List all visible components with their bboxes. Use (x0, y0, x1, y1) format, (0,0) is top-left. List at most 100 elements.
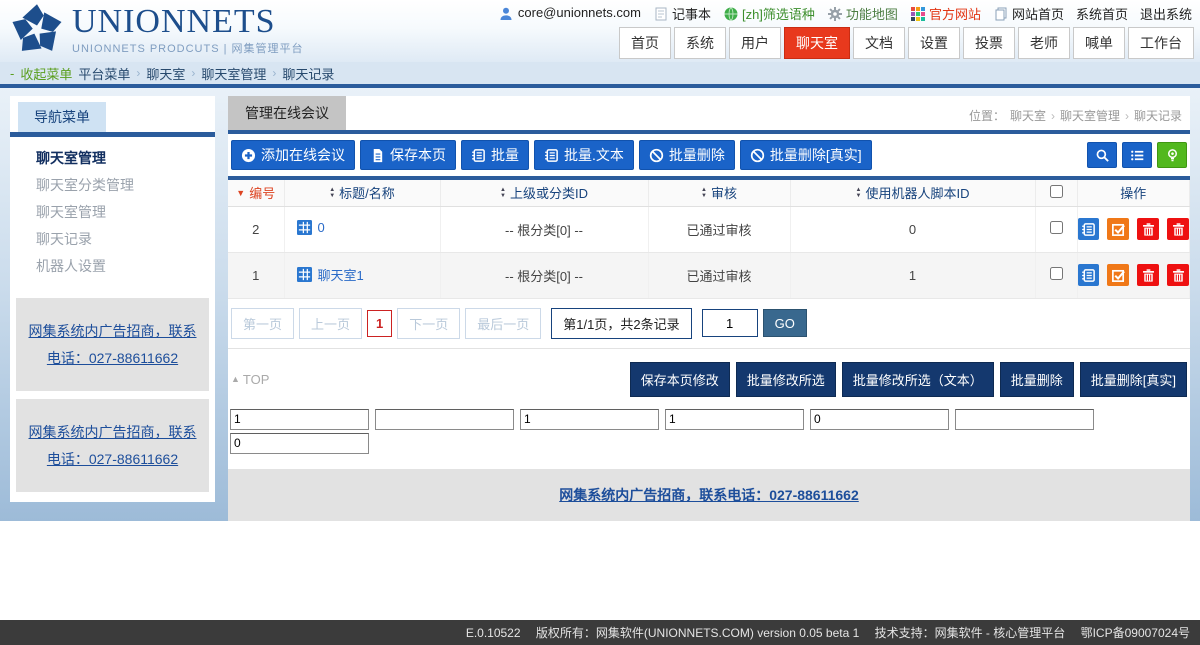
location-prefix: 位置： (969, 107, 1005, 124)
back-to-top-link[interactable]: ▲ TOP (231, 372, 269, 387)
room-link[interactable]: 0 (297, 220, 325, 235)
row-checkbox[interactable] (1050, 221, 1063, 234)
batch-edit-selected-text-button[interactable]: 批量修改所选（文本） (842, 362, 994, 397)
sidebar: 导航菜单 聊天室管理 聊天室分类管理 聊天室管理 聊天记录 机器人设置 网集系统… (10, 96, 215, 502)
column-header-script[interactable]: ▲▼使用机器人脚本ID (790, 178, 1035, 206)
add-meeting-button[interactable]: 添加在线会议 (231, 140, 355, 170)
function-map-link[interactable]: 功能地图 (827, 4, 898, 23)
bulk-field-3[interactable] (520, 409, 659, 430)
ad-link[interactable]: 网集系统内广告招商，联系电话：027-88611662 (29, 424, 197, 467)
column-header-title[interactable]: ▲▼标题/名称 (284, 178, 440, 206)
batch-delete-button[interactable]: 批量删除 (639, 140, 735, 170)
row-select-button[interactable] (1107, 264, 1129, 286)
sidebar-item-chat-records[interactable]: 聊天记录 (10, 226, 215, 253)
row-delete-button[interactable] (1137, 264, 1159, 286)
list-view-button[interactable] (1122, 142, 1152, 168)
nav-tab-settings[interactable]: 设置 (908, 27, 960, 59)
cell-audit: 已通过审核 (648, 252, 790, 298)
row-select-button[interactable] (1107, 218, 1129, 240)
trash-icon (1171, 268, 1186, 283)
nav-tab-home[interactable]: 首页 (619, 27, 671, 59)
breadcrumb-item-chat-records[interactable]: 聊天记录 (282, 64, 334, 83)
nav-tab-users[interactable]: 用户 (729, 27, 781, 59)
official-site-link[interactable]: 官方网站 (910, 4, 981, 23)
nav-tab-docs[interactable]: 文档 (853, 27, 905, 59)
notebook-link[interactable]: 记事本 (653, 4, 711, 23)
row-delete-real-button[interactable] (1167, 264, 1189, 286)
breadcrumb-root[interactable]: 平台菜单 (78, 64, 130, 83)
prev-page-button[interactable]: 上一页 (299, 308, 362, 339)
location-breadcrumb: 位置： 聊天室 › 聊天室管理 › 聊天记录 (969, 107, 1190, 130)
batch-button[interactable]: 批量 (461, 140, 529, 170)
batch-delete-bottom-button[interactable]: 批量删除 (1000, 362, 1074, 397)
gear-icon (827, 6, 843, 22)
color-grid-icon (910, 6, 926, 22)
sidebar-item-chatroom-category[interactable]: 聊天室分类管理 (10, 172, 215, 199)
nav-tab-workbench[interactable]: 工作台 (1128, 27, 1194, 59)
page-body: 导航菜单 聊天室管理 聊天室分类管理 聊天室管理 聊天记录 机器人设置 网集系统… (0, 88, 1200, 521)
nav-tab-teacher[interactable]: 老师 (1018, 27, 1070, 59)
cell-checkbox (1035, 206, 1077, 252)
nav-tab-call[interactable]: 喊单 (1073, 27, 1125, 59)
block-icon (750, 148, 765, 163)
breadcrumb-item-chatroom[interactable]: 聊天室 (146, 64, 185, 83)
batch-delete-real-bottom-button[interactable]: 批量删除[真实] (1080, 362, 1187, 397)
save-page-button[interactable]: 保存本页 (360, 140, 456, 170)
location-item[interactable]: 聊天记录 (1134, 107, 1182, 124)
current-page-button[interactable]: 1 (367, 310, 392, 337)
toolbar: 添加在线会议 保存本页 批量 (228, 134, 1190, 176)
pagination: 第一页 上一页 1 下一页 最后一页 第1/1页，共2条记录 GO (228, 299, 1190, 349)
save-page-edits-button[interactable]: 保存本页修改 (630, 362, 730, 397)
collapse-menu-link[interactable]: 收起菜单 (20, 64, 72, 83)
search-button[interactable] (1087, 142, 1117, 168)
nav-tab-chatroom[interactable]: 聊天室 (784, 27, 850, 59)
cell-checkbox (1035, 252, 1077, 298)
next-page-button[interactable]: 下一页 (397, 308, 460, 339)
bulk-field-6[interactable] (955, 409, 1094, 430)
row-delete-real-button[interactable] (1167, 218, 1189, 240)
room-link[interactable]: 聊天室1 (297, 265, 364, 284)
room-grid-icon (297, 220, 312, 235)
first-page-button[interactable]: 第一页 (231, 308, 294, 339)
bulk-field-7[interactable] (230, 433, 369, 454)
breadcrumb-item-chatroom-manage[interactable]: 聊天室管理 (201, 64, 266, 83)
batch-delete-real-button[interactable]: 批量删除[真实] (740, 140, 872, 170)
ad-link[interactable]: 网集系统内广告招商，联系电话：027-88611662 (559, 485, 859, 505)
list-view-icon (1130, 148, 1145, 163)
bulk-field-5[interactable] (810, 409, 949, 430)
page-number-input[interactable] (702, 309, 758, 337)
nav-tab-system[interactable]: 系统 (674, 27, 726, 59)
tips-button[interactable] (1157, 142, 1187, 168)
row-delete-button[interactable] (1137, 218, 1159, 240)
bulk-field-4[interactable] (665, 409, 804, 430)
column-header-parent[interactable]: ▲▼上级或分类ID (440, 178, 648, 206)
pagination-info: 第1/1页，共2条记录 (551, 308, 691, 339)
go-button[interactable]: GO (763, 309, 807, 337)
system-home-link[interactable]: 系统首页 (1076, 4, 1128, 23)
sidebar-item-chatroom-manage[interactable]: 聊天室管理 (10, 199, 215, 226)
last-page-button[interactable]: 最后一页 (465, 308, 541, 339)
search-icon (1095, 148, 1110, 163)
language-filter-link[interactable]: [zh]筛选语种 (723, 4, 815, 23)
column-header-id[interactable]: ▼编号 (228, 178, 284, 206)
select-all-checkbox[interactable] (1050, 185, 1063, 198)
logout-link[interactable]: 退出系统 (1140, 4, 1192, 23)
trash-icon (1171, 222, 1186, 237)
sidebar-item-chatroom-manage-head[interactable]: 聊天室管理 (10, 145, 215, 172)
batch-edit-selected-button[interactable]: 批量修改所选 (736, 362, 836, 397)
ad-link[interactable]: 网集系统内广告招商，联系电话：027-88611662 (29, 323, 197, 366)
location-item[interactable]: 聊天室管理 (1060, 107, 1120, 124)
sidebar-item-robot-settings[interactable]: 机器人设置 (10, 253, 215, 280)
row-checkbox[interactable] (1050, 267, 1063, 280)
bulk-field-1[interactable] (230, 409, 369, 430)
column-header-audit[interactable]: ▲▼审核 (648, 178, 790, 206)
row-detail-button[interactable] (1078, 218, 1100, 240)
site-home-link[interactable]: 网站首页 (993, 4, 1064, 23)
batch-text-button[interactable]: 批量.文本 (534, 140, 634, 170)
cell-parent: -- 根分类[0] -- (440, 252, 648, 298)
row-detail-button[interactable] (1078, 264, 1100, 286)
footer: E.0.10522 版权所有：网集软件(UNIONNETS.COM) versi… (0, 620, 1200, 645)
location-item[interactable]: 聊天室 (1010, 107, 1046, 124)
bulk-field-2[interactable] (375, 409, 514, 430)
nav-tab-vote[interactable]: 投票 (963, 27, 1015, 59)
